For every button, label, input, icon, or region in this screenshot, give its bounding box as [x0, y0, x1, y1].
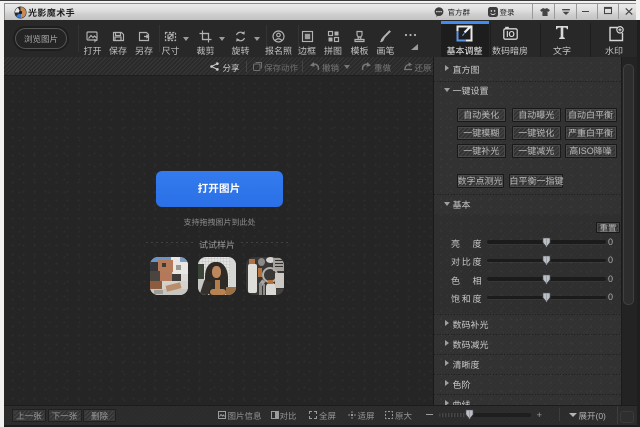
svg-text:IO: IO [506, 30, 514, 39]
